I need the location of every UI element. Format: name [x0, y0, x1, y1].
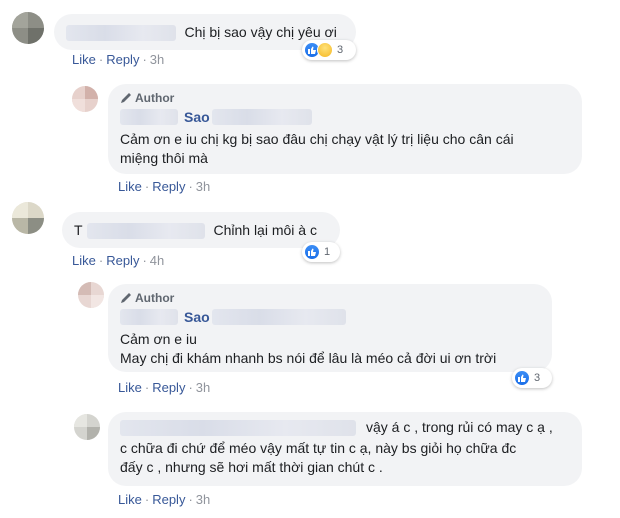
timestamp[interactable]: 3h [196, 179, 210, 194]
avatar[interactable] [12, 12, 44, 44]
like-link[interactable]: Like [118, 492, 142, 507]
commenter-name[interactable]: T [74, 222, 83, 238]
timestamp[interactable]: 3h [150, 52, 164, 67]
commenter-name-blur[interactable] [120, 109, 178, 125]
like-icon [304, 244, 320, 260]
comment-text: Chị bị sao vậy chị yêu ơi [184, 24, 337, 40]
reactions-badge[interactable]: 3 [302, 40, 356, 60]
comment-text-line: Cảm ơn e iu chị kg bị sao đâu chị chạy v… [120, 131, 514, 147]
comment-actions: Like · Reply · 3h [118, 492, 211, 507]
reply-link[interactable]: Reply [106, 52, 139, 67]
author-avatar[interactable] [72, 86, 98, 112]
reactions-badge[interactable]: 1 [302, 242, 340, 262]
author-label: Author [135, 91, 175, 105]
comment-actions: Like · Reply · 4h [72, 253, 165, 268]
comment-text-line: Cảm ơn e iu [120, 331, 197, 347]
reply-link[interactable]: Reply [152, 179, 185, 194]
like-icon [514, 370, 530, 386]
haha-icon [317, 42, 333, 58]
reply-link[interactable]: Reply [106, 253, 139, 268]
reply-bubble: Author Sao Cảm ơn e iu chị kg bị sao đâu… [108, 84, 582, 174]
commenter-name[interactable] [66, 24, 176, 41]
commenter-name-blur[interactable] [211, 309, 346, 325]
reply-bubble: Author Sao Cảm ơn e iu May chị đi khám n… [108, 284, 552, 372]
avatar[interactable] [12, 202, 44, 234]
comment-text-line: miệng thôi mà [120, 150, 208, 166]
avatar[interactable] [74, 414, 100, 440]
author-badge: Author [120, 90, 570, 106]
comment-actions: Like · Reply · 3h [72, 52, 165, 67]
reaction-count: 3 [534, 372, 541, 384]
reaction-count: 3 [337, 44, 344, 56]
comment-text-line: vậy á c , trong rủi có may c ạ , [366, 419, 553, 435]
comment-actions: Like · Reply · 3h [118, 179, 211, 194]
commenter-name-blur[interactable] [120, 419, 356, 436]
like-link[interactable]: Like [72, 253, 96, 268]
author-badge: Author [120, 290, 540, 306]
reply-link[interactable]: Reply [152, 380, 185, 395]
comment-actions: Like · Reply · 3h [118, 380, 211, 395]
timestamp[interactable]: 3h [196, 380, 210, 395]
pencil-icon [121, 93, 131, 103]
pencil-icon [121, 293, 131, 303]
author-label: Author [135, 291, 175, 305]
comment-bubble: T Chỉnh lại môi à c [62, 212, 340, 248]
commenter-name[interactable]: Sao [184, 309, 210, 325]
reactions-badge[interactable]: 3 [512, 368, 552, 388]
comment-text-line: May chị đi khám nhanh bs nói để lâu là m… [120, 350, 497, 366]
commenter-name[interactable]: Sao [184, 109, 210, 125]
like-link[interactable]: Like [118, 179, 142, 194]
commenter-name-blur[interactable] [120, 309, 178, 325]
commenter-name-blur[interactable] [87, 222, 206, 239]
commenter-name-blur[interactable] [211, 109, 312, 125]
comment-text-line: đấy c , nhưng sẽ hơi mất thời gian chút … [120, 459, 383, 475]
timestamp[interactable]: 3h [196, 492, 210, 507]
comment-text: Chỉnh lại môi à c [213, 222, 317, 238]
like-link[interactable]: Like [118, 380, 142, 395]
reply-link[interactable]: Reply [152, 492, 185, 507]
reply-bubble: vậy á c , trong rủi có may c ạ , c chữa … [108, 412, 582, 486]
reaction-count: 1 [324, 246, 331, 258]
author-avatar[interactable] [78, 282, 104, 308]
timestamp[interactable]: 4h [150, 253, 164, 268]
like-link[interactable]: Like [72, 52, 96, 67]
comment-text-line: c chữa đi chứ để méo vậy mất tự tin c ạ,… [120, 440, 517, 456]
